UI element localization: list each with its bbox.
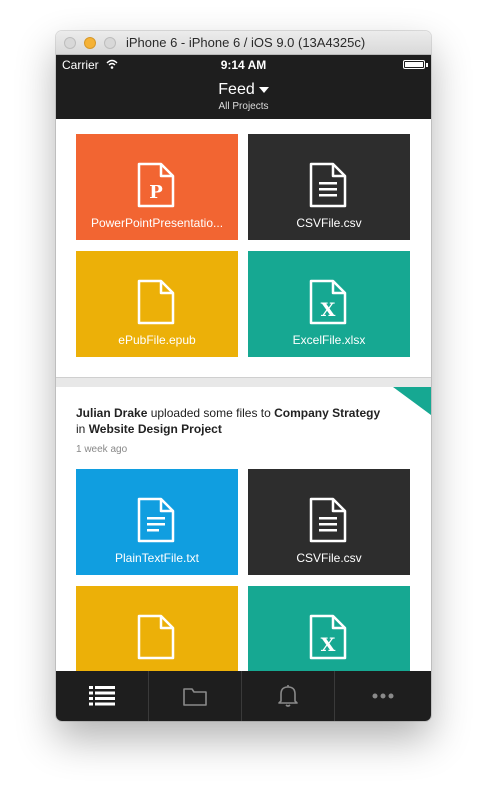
svg-text:P: P <box>149 182 163 203</box>
excel-file-icon: X <box>309 279 347 325</box>
blank-file-icon <box>137 614 175 660</box>
file-name: PowerPointPresentatio... <box>90 216 224 230</box>
activity-user[interactable]: Julian Drake <box>76 406 147 420</box>
svg-text:X: X <box>321 634 336 656</box>
status-bar: Carrier 9:14 AM <box>56 55 431 75</box>
file-tile[interactable]: CSVFile.csv <box>248 134 410 240</box>
file-name: ePubFile.epub <box>118 333 196 347</box>
file-tile[interactable]: PlainTextFile.txt <box>76 469 238 575</box>
window-titlebar: iPhone 6 - iPhone 6 / iOS 9.0 (13A4325c) <box>56 31 431 55</box>
file-tile[interactable]: P PowerPointPresentatio... <box>76 134 238 240</box>
svg-text:X: X <box>321 299 336 321</box>
csv-file-icon <box>309 497 347 543</box>
file-tile[interactable]: ePubFile.epub <box>76 251 238 357</box>
activity-project[interactable]: Website Design Project <box>89 422 222 436</box>
text-file-icon <box>137 497 175 543</box>
window-minimize-button[interactable] <box>84 37 96 49</box>
feed-card: Julian Drake uploaded some files to Comp… <box>56 387 431 671</box>
nav-bar: Feed All Projects <box>56 75 431 119</box>
activity-action: uploaded some files to <box>147 406 275 420</box>
activity-time: 1 week ago <box>76 444 128 455</box>
activity-in: in <box>76 422 89 436</box>
tab-files[interactable] <box>149 671 242 721</box>
file-tile[interactable]: X ExcelFile.xlsx <box>248 251 410 357</box>
bell-icon <box>278 685 298 707</box>
tab-notifications[interactable] <box>242 671 335 721</box>
powerpoint-file-icon: P <box>137 162 175 208</box>
tab-bar <box>56 671 431 721</box>
nav-title: Feed <box>218 81 255 98</box>
csv-file-icon <box>309 162 347 208</box>
app-screen: Carrier 9:14 AM Feed All Projects P Powe… <box>56 55 431 721</box>
window-zoom-button[interactable] <box>104 37 116 49</box>
tab-more[interactable] <box>335 671 431 721</box>
feed-card: P PowerPointPresentatio... CSVFile.csv e… <box>56 119 431 377</box>
card-divider <box>56 377 431 387</box>
file-tile[interactable] <box>76 586 238 671</box>
window-close-button[interactable] <box>64 37 76 49</box>
file-name: CSVFile.csv <box>296 551 362 565</box>
file-tile[interactable]: X <box>248 586 410 671</box>
feed-list[interactable]: P PowerPointPresentatio... CSVFile.csv e… <box>56 119 431 671</box>
epub-file-icon <box>137 279 175 325</box>
file-tile[interactable]: CSVFile.csv <box>248 469 410 575</box>
caret-down-icon <box>258 86 269 93</box>
tab-feed[interactable] <box>56 671 149 721</box>
file-name: PlainTextFile.txt <box>114 551 200 565</box>
activity-folder[interactable]: Company Strategy <box>274 406 380 420</box>
battery-tip <box>426 63 428 67</box>
feed-selector[interactable]: Feed <box>56 81 431 99</box>
file-name: CSVFile.csv <box>296 216 362 230</box>
nav-subtitle: All Projects <box>218 101 269 112</box>
file-name: ExcelFile.xlsx <box>292 333 366 347</box>
simulator-window: iPhone 6 - iPhone 6 / iOS 9.0 (13A4325c)… <box>56 31 431 721</box>
window-title: iPhone 6 - iPhone 6 / iOS 9.0 (13A4325c) <box>126 35 366 50</box>
more-icon <box>372 693 394 699</box>
folder-icon <box>183 688 207 706</box>
status-time: 9:14 AM <box>220 58 267 72</box>
excel-file-icon: X <box>309 614 347 660</box>
list-icon <box>89 686 115 706</box>
battery-icon <box>403 60 425 69</box>
activity-text: Julian Drake uploaded some files to Comp… <box>76 405 406 437</box>
